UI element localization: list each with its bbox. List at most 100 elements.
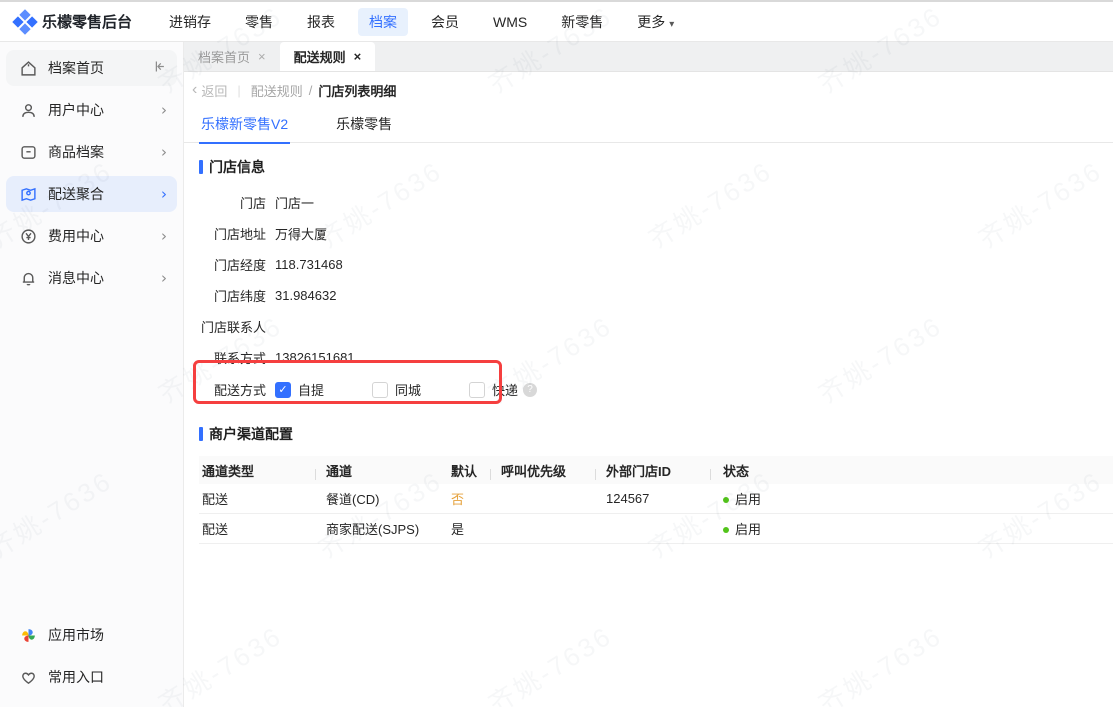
store-subtabs: 乐檬新零售V2 乐檬零售 [184, 108, 1113, 144]
channel-config-table: 通道类型 通道 默认 呼叫优先级 外部门店ID 状态 配送 餐道(CD) 否 1… [199, 456, 1113, 544]
subtab-retail[interactable]: 乐檬零售 [334, 108, 394, 144]
store-info-fields: 门店 门店一 门店地址 万得大厦 门店经度 118.731468 门店纬度 31… [184, 187, 1113, 406]
breadcrumb-separator: / [308, 82, 313, 98]
sidebar-item-product-archive[interactable]: 商品档案 › [6, 134, 177, 170]
close-icon[interactable]: × [354, 49, 362, 64]
column-header-status: 状态 [710, 461, 820, 480]
back-button[interactable]: 返回 [201, 81, 227, 100]
home-icon [18, 58, 38, 78]
field-store-longitude: 门店经度 118.731468 [184, 249, 1113, 280]
field-store-latitude: 门店纬度 31.984632 [184, 280, 1113, 311]
nav-item-more[interactable]: 更多 ▾ [626, 8, 685, 36]
chevron-right-icon: › [161, 101, 167, 119]
status-text: 启用 [735, 492, 762, 507]
field-contact-phone: 联系方式 13826151681 [184, 342, 1113, 373]
checkbox-option-self-pickup[interactable]: ✓ 自提 [275, 380, 363, 399]
top-navbar: 乐檬零售后台 进销存 零售 报表 档案 会员 WMS 新零售 更多 ▾ [0, 0, 1113, 42]
field-value: 118.731468 [275, 257, 343, 272]
field-label: 门店 [239, 196, 266, 211]
sidebar-item-message-center[interactable]: 消息中心 › [6, 260, 177, 296]
subtab-new-retail-v2[interactable]: 乐檬新零售V2 [199, 108, 291, 144]
sidebar-item-common-entry[interactable]: 常用入口 [6, 659, 177, 695]
breadcrumb-divider: | [237, 82, 241, 98]
checkbox-label: 自提 [298, 383, 325, 398]
section-accent-bar [199, 427, 203, 441]
collapse-sidebar-icon[interactable] [152, 59, 167, 78]
table-row: 配送 餐道(CD) 否 124567 启用 [199, 484, 1113, 514]
nav-item-retail[interactable]: 零售 [234, 8, 284, 36]
tab-delivery-rules[interactable]: 配送规则 × [279, 42, 376, 71]
sidebar-item-archive-home[interactable]: 档案首页 [6, 50, 177, 86]
sidebar-item-app-market[interactable]: 应用市场 [6, 617, 177, 653]
help-icon[interactable]: ? [523, 382, 538, 397]
cell-status: 启用 [710, 489, 820, 508]
nav-item-more-label: 更多 [637, 13, 666, 30]
status-text: 启用 [735, 522, 762, 537]
nav-item-wms[interactable]: WMS [482, 10, 538, 34]
content-area: 档案首页 × 配送规则 × ‹ 返回 | 配送规则 / 门店列表明细 乐檬新零售… [184, 42, 1113, 707]
field-value: 万得大厦 [275, 227, 328, 242]
breadcrumb-current: 门店列表明细 [318, 83, 397, 99]
app-logo[interactable]: 乐檬零售后台 [0, 8, 158, 35]
user-icon [18, 100, 38, 120]
sidebar-item-user-center[interactable]: 用户中心 › [6, 92, 177, 128]
field-label: 门店地址 [213, 227, 266, 242]
field-delivery-method: 配送方式 ✓ 自提 同城 快递 ? [184, 373, 1113, 406]
chevron-right-icon: › [161, 185, 167, 203]
checkbox-label: 同城 [395, 383, 422, 398]
field-store: 门店 门店一 [184, 187, 1113, 218]
delivery-map-icon [18, 184, 38, 204]
field-value: 13826151681 [275, 350, 355, 365]
breadcrumb-parent[interactable]: 配送规则 [251, 81, 303, 100]
cell-channel-type: 配送 [202, 522, 229, 537]
cell-channel: 餐道(CD) [326, 492, 380, 507]
sidebar-item-fee-center[interactable]: 费用中心 › [6, 218, 177, 254]
section-accent-bar [199, 160, 203, 174]
sidebar-item-label: 档案首页 [48, 60, 104, 76]
column-header-call-priority: 呼叫优先级 [490, 461, 595, 480]
sidebar-item-label: 用户中心 [48, 102, 104, 118]
column-header-external-store-id: 外部门店ID [595, 461, 710, 480]
cell-default: 否 [451, 492, 465, 507]
field-label: 门店纬度 [213, 289, 266, 304]
cell-status: 启用 [710, 519, 820, 538]
top-nav-menu: 进销存 零售 报表 档案 会员 WMS 新零售 更多 ▾ [158, 7, 685, 36]
checkbox-unchecked-icon[interactable] [372, 381, 388, 398]
column-header-default: 默认 [451, 463, 478, 479]
breadcrumb: ‹ 返回 | 配送规则 / 门店列表明细 [184, 72, 1113, 108]
checkbox-checked-icon[interactable]: ✓ [275, 381, 291, 398]
sidebar-item-label: 消息中心 [48, 270, 104, 286]
close-icon[interactable]: × [258, 49, 266, 64]
nav-item-purchase[interactable]: 进销存 [158, 8, 222, 36]
field-value: 31.984632 [275, 288, 337, 303]
checkbox-option-same-city[interactable]: 同城 [372, 380, 460, 399]
checkbox-unchecked-icon[interactable] [469, 381, 485, 398]
section-title-text: 商户渠道配置 [209, 426, 293, 442]
checkbox-option-express[interactable]: 快递 ? [469, 380, 538, 399]
nav-item-member[interactable]: 会员 [420, 8, 470, 36]
nav-item-archive[interactable]: 档案 [358, 7, 409, 36]
product-archive-icon [18, 142, 38, 162]
sidebar-item-label: 商品档案 [48, 144, 104, 160]
checkbox-label: 快递 [492, 383, 519, 398]
sidebar-item-delivery-aggregation[interactable]: 配送聚合 › [6, 176, 177, 212]
tab-label: 配送规则 [293, 50, 346, 65]
sidebar-item-label: 费用中心 [48, 228, 104, 244]
field-store-contact: 门店联系人 [184, 311, 1113, 342]
section-title-text: 门店信息 [209, 159, 265, 175]
app-title: 乐檬零售后台 [42, 14, 133, 31]
section-channel-config: 商户渠道配置 [199, 424, 1113, 444]
nav-item-new-retail[interactable]: 新零售 [550, 8, 614, 36]
nav-item-report[interactable]: 报表 [296, 8, 346, 36]
cell-channel: 商家配送(SJPS) [326, 522, 420, 537]
field-label: 联系方式 [213, 351, 266, 366]
tab-archive-home[interactable]: 档案首页 × [184, 42, 280, 71]
column-header-channel-type: 通道类型 [202, 463, 255, 479]
chevron-down-icon: ▾ [669, 18, 675, 30]
sidebar-item-label: 应用市场 [48, 627, 104, 643]
field-value: 门店一 [275, 196, 315, 211]
tab-label: 档案首页 [198, 50, 251, 65]
chevron-right-icon: › [161, 227, 167, 245]
field-label: 配送方式 [213, 383, 266, 398]
column-header-channel: 通道 [315, 461, 445, 480]
